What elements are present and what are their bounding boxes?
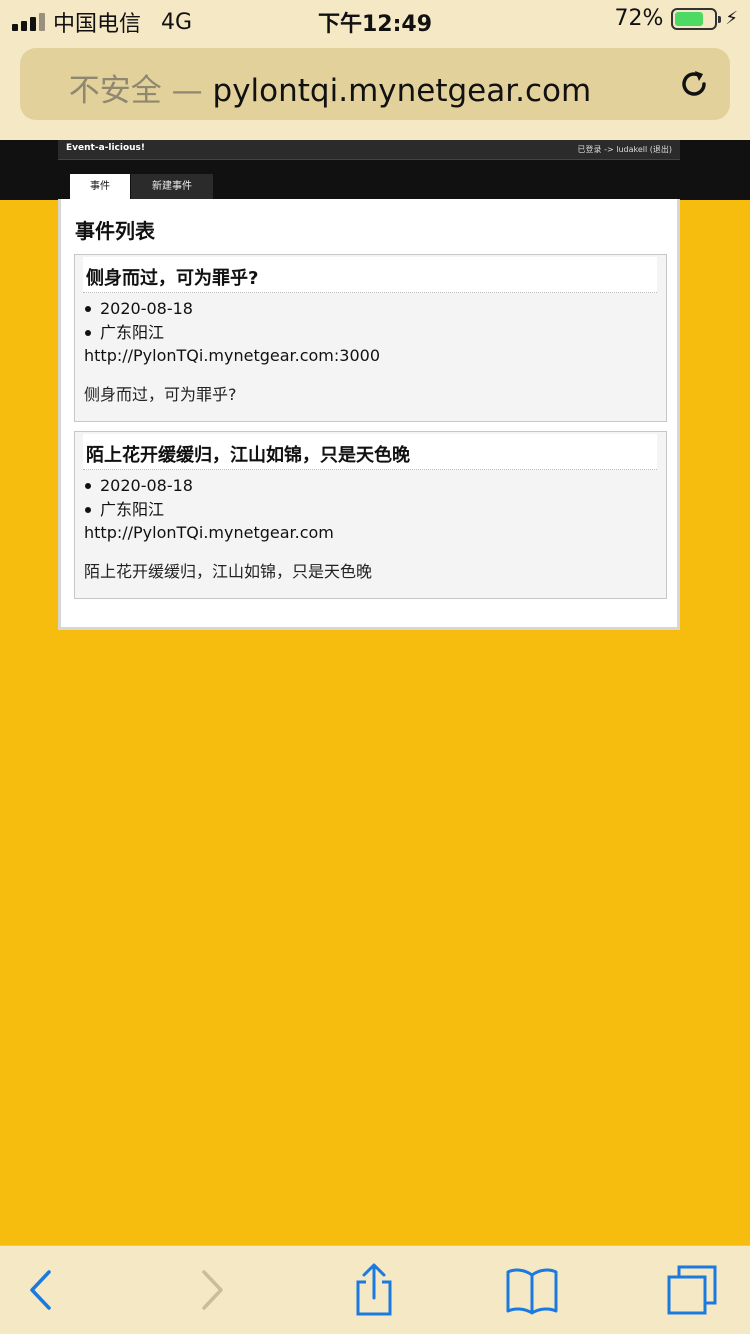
share-button[interactable] <box>346 1262 402 1318</box>
site-header: Event-a-licious! 已登录 -> ludakell (退出) 事件… <box>0 140 750 200</box>
main-content: 事件列表 侧身而过，可为罪乎? 2020-08-18 广东阳江 http://P… <box>58 199 680 630</box>
event-header: 陌上花开缓缓归，江山如锦，只是天色晚 <box>83 434 657 470</box>
event-description: 陌上花开缓缓归，江山如锦，只是天色晚 <box>84 562 373 581</box>
share-icon <box>356 1263 392 1316</box>
site-title[interactable]: Event-a-licious! <box>66 143 145 153</box>
reload-icon[interactable] <box>674 64 714 104</box>
forward-icon <box>202 1270 223 1310</box>
header-bar: Event-a-licious! 已登录 -> ludakell (退出) <box>58 140 680 160</box>
not-secure-label: 不安全 — <box>68 73 203 109</box>
event-meta-list: 2020-08-18 广东阳江 <box>83 297 193 345</box>
bookmarks-icon <box>506 1268 558 1315</box>
event-location: 广东阳江 <box>83 321 193 345</box>
tab-new-event[interactable]: 新建事件 <box>131 174 213 200</box>
back-icon <box>30 1270 51 1310</box>
event-title[interactable]: 侧身而过，可为罪乎? <box>86 264 258 290</box>
address-text[interactable]: 不安全 — pylontqi.mynetgear.com <box>20 65 640 110</box>
address-bar[interactable]: 不安全 — pylontqi.mynetgear.com <box>20 48 730 120</box>
event-meta-list: 2020-08-18 广东阳江 <box>83 474 193 522</box>
event-url: http://PylonTQi.mynetgear.com <box>84 523 334 542</box>
url-host: pylontqi.mynetgear.com <box>212 73 592 109</box>
login-info[interactable]: 已登录 -> ludakell (退出) <box>578 144 672 155</box>
back-button[interactable] <box>14 1262 70 1318</box>
event-description: 侧身而过，可为罪乎? <box>84 385 237 404</box>
tabs-icon <box>667 1265 717 1315</box>
event-url: http://PylonTQi.mynetgear.com:3000 <box>84 346 380 365</box>
tabs-button[interactable] <box>664 1262 720 1318</box>
event-date: 2020-08-18 <box>83 474 193 498</box>
event-header: 侧身而过，可为罪乎? <box>83 257 657 293</box>
browser-toolbar <box>0 1245 750 1334</box>
status-right: 72% ⚡ <box>614 6 738 31</box>
event-location: 广东阳江 <box>83 498 193 522</box>
battery-icon <box>671 7 722 30</box>
battery-level-fill <box>675 11 703 26</box>
charging-bolt-icon: ⚡ <box>725 8 738 29</box>
battery-percent: 72% <box>614 6 664 31</box>
event-date: 2020-08-18 <box>83 297 193 321</box>
status-bar: 中国电信 4G 下午12:49 72% ⚡ <box>0 0 750 40</box>
tab-events[interactable]: 事件 <box>70 174 130 200</box>
forward-button[interactable] <box>183 1262 239 1318</box>
bookmarks-button[interactable] <box>504 1262 560 1318</box>
event-card: 陌上花开缓缓归，江山如锦，只是天色晚 2020-08-18 广东阳江 http:… <box>74 431 667 599</box>
event-title[interactable]: 陌上花开缓缓归，江山如锦，只是天色晚 <box>86 441 410 467</box>
page-title: 事件列表 <box>75 219 155 243</box>
browser-top-chrome: 中国电信 4G 下午12:49 72% ⚡ 不安全 — pylontqi.myn… <box>0 0 750 140</box>
event-card: 侧身而过，可为罪乎? 2020-08-18 广东阳江 http://PylonT… <box>74 254 667 422</box>
